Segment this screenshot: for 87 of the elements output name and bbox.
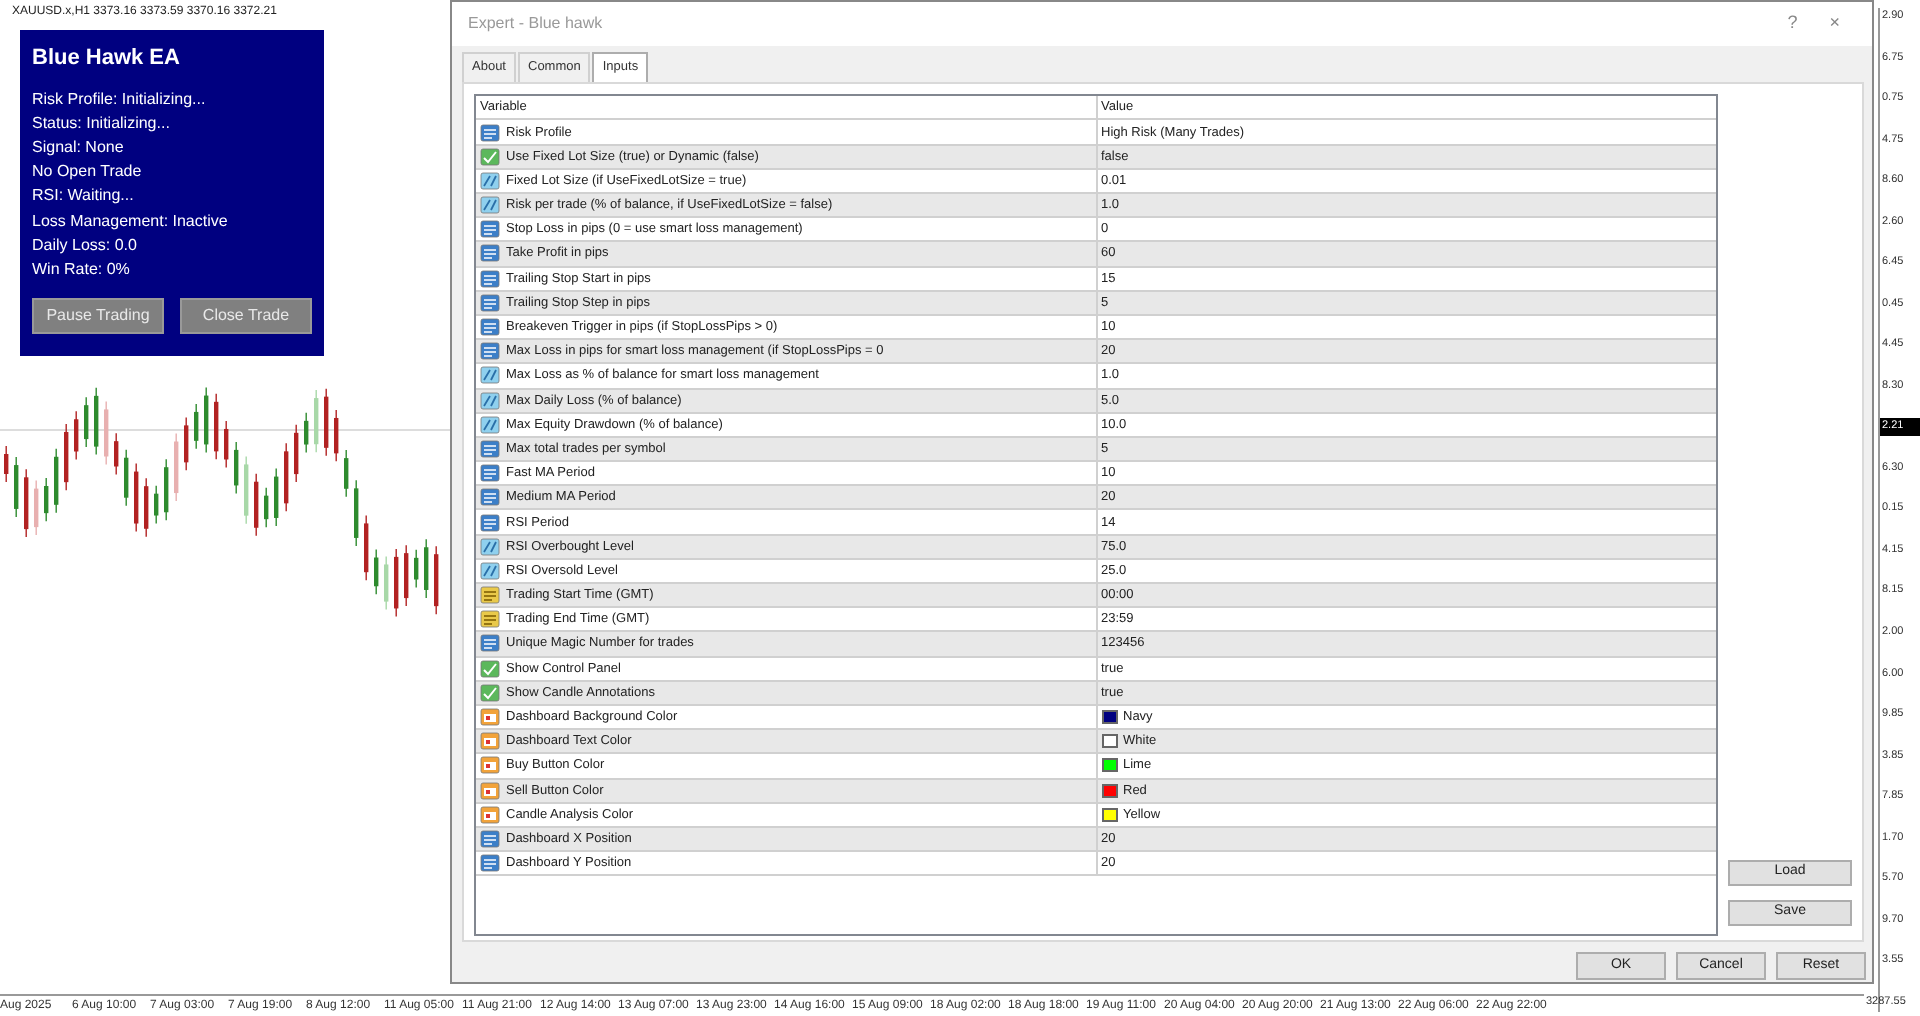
candle (94, 387, 99, 456)
boolean-icon (480, 659, 500, 678)
decimal-icon (480, 537, 500, 556)
candle (174, 432, 179, 502)
integer-icon (480, 439, 500, 458)
integer-icon (480, 634, 500, 653)
help-button[interactable]: ? (1771, 10, 1814, 38)
candle (274, 467, 279, 527)
dashboard-status-text: Daily Loss: 0.0 (32, 233, 139, 258)
decimal-icon (480, 561, 500, 580)
integer-icon (480, 488, 500, 507)
candle (24, 468, 29, 538)
dashboard-status-text: RSI: Waiting... (32, 184, 136, 209)
candle (364, 514, 369, 581)
candle (144, 477, 149, 538)
candle (124, 449, 129, 507)
candle (434, 545, 439, 615)
candle (424, 538, 429, 599)
candle (104, 400, 109, 466)
candle (114, 432, 119, 476)
candle (154, 484, 159, 525)
candle (314, 389, 319, 453)
dashboard-status-text: No Open Trade (32, 160, 144, 185)
decimal-icon (480, 171, 500, 190)
integer-icon (480, 464, 500, 483)
dashboard-status-text: Signal: None (32, 135, 126, 160)
integer-icon (480, 269, 500, 288)
candle (34, 479, 39, 536)
decimal-icon (480, 415, 500, 434)
candle (74, 410, 79, 461)
boolean-icon (480, 147, 500, 166)
candle (284, 442, 289, 513)
candle (184, 416, 189, 472)
candle (414, 549, 419, 589)
close-button[interactable]: × (1813, 10, 1856, 38)
candle (324, 387, 329, 457)
text-icon (480, 610, 500, 629)
dashboard-status-text: Status: Initializing... (32, 111, 172, 136)
candle (134, 462, 139, 533)
candle (264, 486, 269, 528)
candle (344, 449, 349, 498)
candle (354, 479, 359, 547)
color-icon (480, 756, 500, 775)
candle (194, 403, 199, 450)
integer-icon (480, 513, 500, 532)
window-title: Expert - Blue hawk (468, 12, 605, 36)
candle (394, 548, 399, 618)
dashboard-status-text: Loss Management: Inactive (32, 209, 230, 234)
integer-icon (480, 829, 500, 848)
integer-icon (480, 123, 500, 142)
dashboard-status-text: Win Rate: 0% (32, 257, 132, 282)
candle (54, 448, 59, 514)
candle (374, 548, 379, 595)
integer-icon (480, 293, 500, 312)
candle (334, 409, 339, 463)
candle (224, 420, 229, 469)
decimal-icon (480, 366, 500, 385)
color-icon (480, 732, 500, 751)
text-icon (480, 586, 500, 605)
color-icon (480, 708, 500, 727)
candle (214, 393, 219, 461)
candle (164, 458, 169, 521)
integer-icon (480, 318, 500, 337)
integer-icon (480, 854, 500, 873)
candle (384, 555, 389, 611)
integer-icon (480, 244, 500, 263)
candle (304, 412, 309, 454)
candle (404, 544, 409, 607)
candle (4, 445, 9, 483)
color-icon (480, 781, 500, 800)
integer-icon (480, 220, 500, 239)
candle (294, 424, 299, 483)
decimal-icon (480, 196, 500, 215)
candle (44, 477, 49, 522)
candle (84, 396, 89, 448)
candle (254, 473, 259, 537)
candle (244, 455, 249, 525)
boolean-icon (480, 683, 500, 702)
integer-icon (480, 342, 500, 361)
candle (64, 423, 69, 491)
color-icon (480, 805, 500, 824)
candle (204, 386, 209, 454)
candle (14, 456, 19, 518)
dashboard-status-text: Risk Profile: Initializing... (32, 87, 208, 112)
candle (234, 441, 239, 495)
dashboard-title: Blue Hawk EA (32, 44, 182, 74)
decimal-icon (480, 391, 500, 410)
